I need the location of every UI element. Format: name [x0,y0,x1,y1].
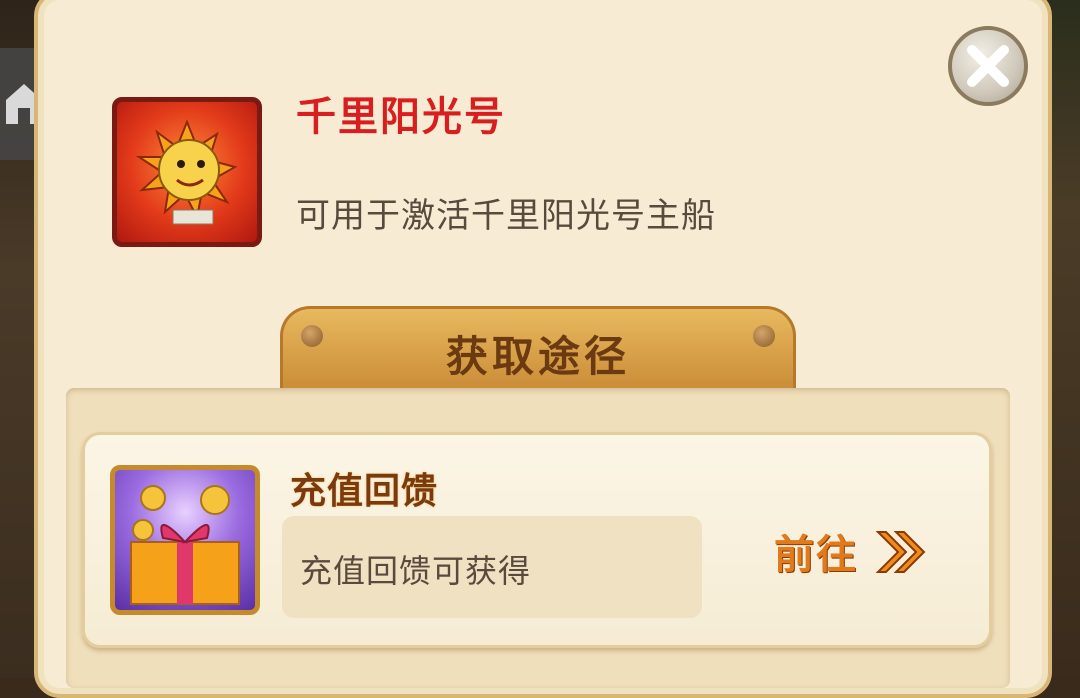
acquire-tab-header: 获取途径 [280,306,796,394]
gift-box-coins-icon [110,465,260,615]
acquire-tab-title: 获取途径 [445,332,630,381]
goto-button[interactable]: 前往 [774,522,934,582]
close-icon [967,45,1009,87]
goto-button-label: 前往 [774,532,858,578]
source-description: 充值回馈可获得 [300,552,532,590]
close-button[interactable] [948,26,1028,106]
item-description: 可用于激活千里阳光号主船 [296,196,716,236]
double-arrow-right-icon [875,531,926,573]
item-name: 千里阳光号 [296,94,506,140]
source-title: 充值回馈 [290,471,439,512]
thousand-sunny-ship-icon [112,97,262,247]
